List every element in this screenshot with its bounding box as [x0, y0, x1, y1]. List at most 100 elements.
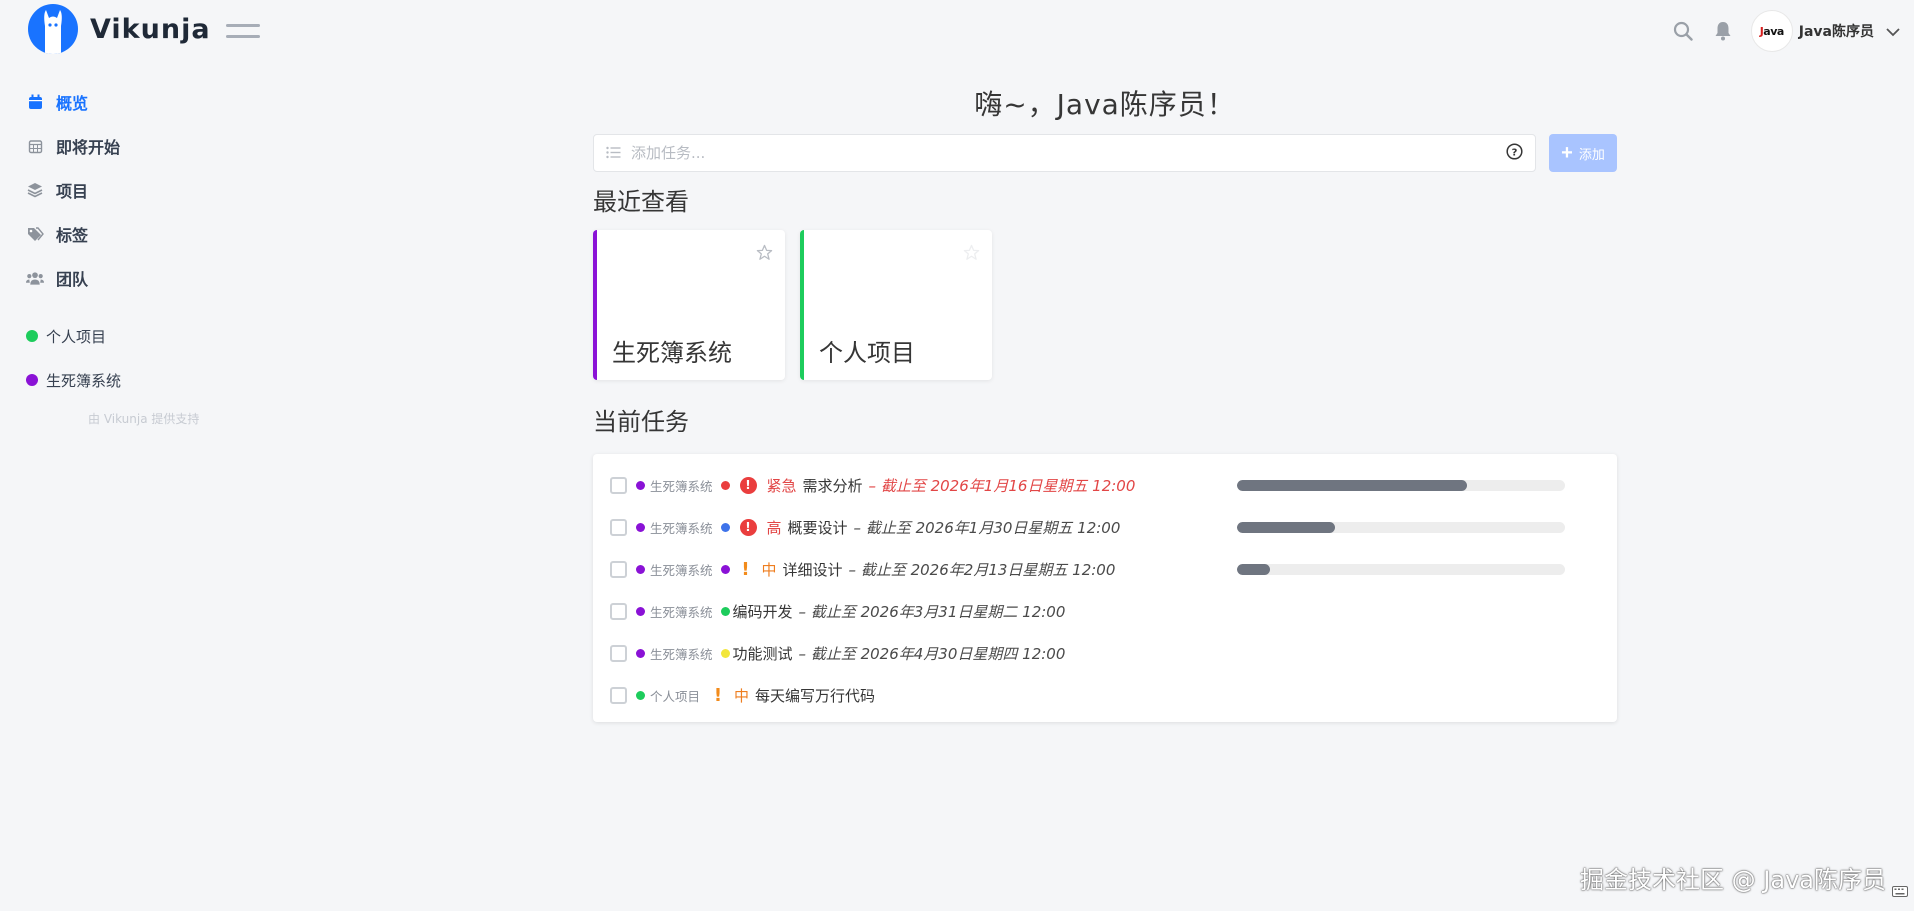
main-content: 嗨~，Java陈序员！ ? + 添加 最近查看 生死簿系统	[593, 80, 1617, 722]
task-project-label[interactable]: 生死簿系统	[650, 518, 713, 537]
task-color-dot	[720, 606, 730, 616]
task-due-text: 截止至 2026年1月30日星期五 12:00	[865, 518, 1121, 537]
task-title: 功能测试	[732, 644, 793, 663]
sidebar-project-label: 生死簿系统	[46, 371, 122, 390]
sidebar-item-projects[interactable]: 项目	[0, 168, 290, 212]
add-task-row: ? + 添加	[593, 134, 1617, 172]
task-checkbox[interactable]	[610, 476, 627, 494]
task-project-label[interactable]: 生死簿系统	[650, 644, 713, 663]
task-due-date: – 截止至 2026年1月30日星期五 12:00	[853, 518, 1121, 537]
task-due-text: 截止至 2026年4月30日星期四 12:00	[810, 644, 1066, 663]
task-project-label[interactable]: 个人项目	[650, 686, 700, 705]
sidebar-item-labels[interactable]: 标签	[0, 212, 290, 256]
recent-projects: 生死簿系统 个人项目	[593, 230, 1617, 380]
help-icon[interactable]: ?	[1506, 142, 1523, 164]
sidebar-project-personal[interactable]: 个人项目	[0, 314, 290, 358]
keyboard-icon[interactable]	[1892, 882, 1908, 901]
priority-label: ! 中	[712, 685, 749, 706]
header-actions: Java Java陈序员	[1663, 10, 1900, 52]
priority-text: 中	[734, 686, 750, 705]
calendar-grid-icon	[26, 137, 44, 155]
project-color-dot	[26, 330, 38, 342]
bell-icon[interactable]	[1703, 12, 1743, 50]
task-list: 生死簿系统 ! 紧急 需求分析 – 截止至 2026年1月16日星期五 12:0…	[593, 454, 1617, 722]
watermark: 掘金技术社区 @ Java陈序员	[1580, 866, 1886, 894]
search-icon[interactable]	[1663, 12, 1703, 50]
exclamation-icon: !	[741, 558, 750, 580]
exclamation-circle-icon: !	[739, 518, 757, 536]
task-due-date: – 截止至 2026年4月30日星期四 12:00	[798, 644, 1066, 663]
task-color-dot	[720, 522, 730, 532]
task-checkbox[interactable]	[610, 686, 627, 704]
task-progress-bar	[1237, 479, 1565, 491]
sidebar-item-label: 标签	[56, 226, 89, 245]
task-checkbox[interactable]	[610, 518, 627, 536]
star-icon[interactable]	[756, 244, 773, 265]
powered-by-link[interactable]: 由 Vikunja 提供支持	[0, 410, 290, 427]
sidebar-item-teams[interactable]: 团队	[0, 256, 290, 300]
sidebar-item-label: 项目	[56, 182, 89, 201]
avatar: Java	[1750, 10, 1793, 52]
task-row[interactable]: 生死簿系统 编码开发 – 截止至 2026年3月31日星期二 12:00	[593, 590, 1617, 632]
exclamation-circle-icon: !	[739, 476, 757, 494]
task-row[interactable]: 个人项目 ! 中 每天编写万行代码	[593, 674, 1617, 716]
current-tasks-title: 当前任务	[593, 408, 689, 436]
task-title: 每天编写万行代码	[755, 686, 876, 705]
hamburger-line	[226, 24, 260, 27]
project-card[interactable]: 个人项目	[800, 230, 992, 380]
add-task-field[interactable]: ?	[593, 134, 1536, 172]
project-color-dot	[636, 480, 645, 490]
star-icon[interactable]	[963, 244, 980, 265]
task-progress-fill	[1237, 521, 1336, 533]
username: Java陈序员	[1798, 24, 1874, 40]
project-card[interactable]: 生死簿系统	[593, 230, 785, 380]
task-row[interactable]: 生死簿系统 ! 中 详细设计 – 截止至 2026年2月13日星期五 12:00	[593, 548, 1617, 590]
task-progress-bar	[1237, 521, 1565, 533]
project-color-dot	[636, 606, 645, 616]
task-row[interactable]: 生死簿系统 功能测试 – 截止至 2026年4月30日星期四 12:00	[593, 632, 1617, 674]
task-due-text: 截止至 2026年1月16日星期五 12:00	[880, 476, 1136, 495]
tags-icon	[26, 225, 44, 243]
task-title: 概要设计	[787, 518, 848, 537]
task-project-label[interactable]: 生死簿系统	[650, 476, 713, 495]
task-checkbox[interactable]	[610, 560, 627, 578]
svg-text:?: ?	[1512, 147, 1518, 158]
sidebar-item-overview[interactable]: 概览	[0, 80, 290, 124]
sidebar-item-label: 团队	[56, 270, 89, 289]
user-menu[interactable]: Java Java陈序员	[1750, 10, 1900, 52]
project-card-color-bar	[593, 230, 597, 380]
project-card-title: 生死簿系统	[612, 339, 732, 367]
task-row[interactable]: 生死簿系统 ! 高 概要设计 – 截止至 2026年1月30日星期五 12:00	[593, 506, 1617, 548]
list-icon	[606, 144, 621, 163]
task-due-text: 截止至 2026年3月31日星期二 12:00	[810, 602, 1066, 621]
task-row[interactable]: 生死簿系统 ! 紧急 需求分析 – 截止至 2026年1月16日星期五 12:0…	[593, 464, 1617, 506]
hamburger-line	[226, 35, 260, 38]
priority-text: 紧急	[766, 476, 797, 495]
task-progress-fill	[1237, 479, 1467, 491]
sidebar-item-upcoming[interactable]: 即将开始	[0, 124, 290, 168]
add-task-button[interactable]: + 添加	[1549, 134, 1617, 172]
task-project-label[interactable]: 生死簿系统	[650, 560, 713, 579]
project-color-dot	[636, 564, 645, 574]
top-bar: Vikunja Java Java陈序员	[0, 0, 1914, 62]
project-color-dot	[636, 690, 645, 700]
sidebar-project-lifedeath[interactable]: 生死簿系统	[0, 358, 290, 402]
recent-section-title: 最近查看	[593, 188, 689, 216]
project-color-dot	[26, 374, 38, 386]
menu-toggle-button[interactable]	[226, 20, 260, 42]
app-name: Vikunja	[90, 13, 211, 45]
task-title: 详细设计	[782, 560, 843, 579]
app-logo[interactable]: Vikunja	[28, 4, 211, 54]
priority-label: ! 中	[740, 558, 776, 580]
sidebar-project-list: 个人项目 生死簿系统	[0, 314, 290, 402]
task-due-date: – 截止至 2026年1月16日星期五 12:00	[868, 476, 1136, 495]
task-due-date: – 截止至 2026年3月31日星期二 12:00	[798, 602, 1066, 621]
exclamation-icon: !	[713, 684, 723, 706]
task-project-label[interactable]: 生死簿系统	[650, 602, 713, 621]
task-checkbox[interactable]	[610, 602, 627, 620]
calendar-icon	[26, 93, 44, 111]
project-card-color-bar	[800, 230, 804, 380]
project-card-title: 个人项目	[819, 339, 915, 367]
task-checkbox[interactable]	[610, 644, 627, 662]
add-task-input[interactable]	[631, 144, 1506, 162]
